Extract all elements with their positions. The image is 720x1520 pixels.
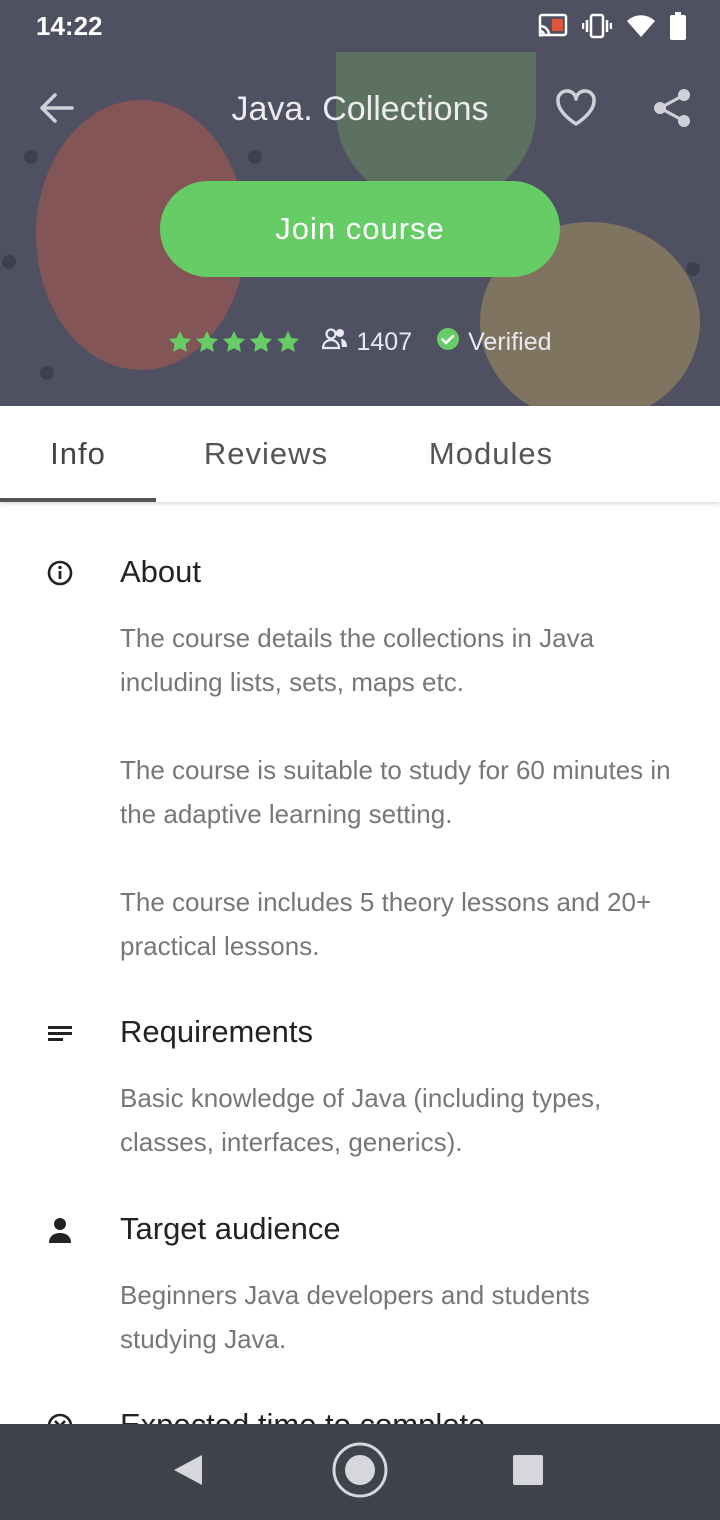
home-circle-icon xyxy=(331,1441,389,1504)
illustration-dot xyxy=(24,150,38,164)
person-icon xyxy=(44,1214,76,1246)
illustration-dot xyxy=(40,366,54,380)
tab-reviews[interactable]: Reviews xyxy=(176,406,356,502)
cast-icon xyxy=(538,13,568,39)
about-paragraph: The course is suitable to study for 60 m… xyxy=(120,755,671,829)
people-icon xyxy=(322,327,348,357)
join-course-button[interactable]: Join course xyxy=(160,181,560,277)
nav-home-button[interactable] xyxy=(331,1441,389,1504)
rating-stars xyxy=(168,330,300,354)
requirements-title: Requirements xyxy=(120,1014,313,1049)
battery-icon xyxy=(670,12,686,40)
about-paragraph: The course includes 5 theory lessons and… xyxy=(120,887,652,961)
audience-title: Target audience xyxy=(120,1211,341,1246)
status-time: 14:22 xyxy=(36,11,103,41)
toolbar: Java. Collections xyxy=(0,68,720,152)
share-icon xyxy=(652,87,692,134)
tab-indicator xyxy=(0,498,156,502)
course-header: 14:22 Java. Collections Join course 1407… xyxy=(0,0,720,406)
star-icon xyxy=(250,331,273,352)
share-button[interactable] xyxy=(644,82,700,138)
about-body: The course details the collections in Ja… xyxy=(120,616,680,968)
learners-count: 1407 xyxy=(322,328,412,357)
tab-modules[interactable]: Modules xyxy=(400,406,582,502)
verified-label: Verified xyxy=(468,327,552,356)
time-title: Expected time to complete xyxy=(120,1407,485,1424)
wifi-icon xyxy=(626,13,656,39)
verified-badge: Verified xyxy=(436,327,552,358)
vibrate-icon xyxy=(582,13,612,39)
course-meta: 1407 Verified xyxy=(0,322,720,362)
star-icon xyxy=(223,331,246,352)
triangle-back-icon xyxy=(172,1453,204,1492)
illustration-dot xyxy=(248,150,262,164)
nav-back-button[interactable] xyxy=(160,1450,216,1494)
course-title: Java. Collections xyxy=(231,90,489,128)
tab-info[interactable]: Info xyxy=(0,406,156,502)
info-icon xyxy=(44,557,76,589)
square-recents-icon xyxy=(512,1454,544,1491)
illustration-dot xyxy=(2,255,16,269)
about-title: About xyxy=(120,554,202,589)
favorite-button[interactable] xyxy=(548,82,604,138)
check-circle-icon xyxy=(436,327,460,358)
star-icon xyxy=(169,331,192,352)
back-arrow-icon xyxy=(38,92,74,129)
about-paragraph: The course details the collections in Ja… xyxy=(120,623,595,697)
star-icon xyxy=(196,331,219,352)
info-content[interactable]: About The course details the collections… xyxy=(0,502,720,1424)
illustration-dot xyxy=(686,262,700,276)
list-icon xyxy=(44,1017,76,1049)
audience-body: Beginners Java developers and students s… xyxy=(120,1280,590,1354)
heart-icon xyxy=(555,88,597,132)
learners-count-value: 1407 xyxy=(356,327,413,356)
nav-recents-button[interactable] xyxy=(500,1450,556,1494)
status-bar: 14:22 xyxy=(0,0,720,52)
tab-bar: Info Reviews Modules xyxy=(0,406,720,502)
back-button[interactable] xyxy=(28,82,84,138)
clock-icon xyxy=(44,1410,76,1424)
system-nav-bar xyxy=(0,1424,720,1520)
requirements-body: Basic knowledge of Java (including types… xyxy=(120,1083,602,1157)
star-icon xyxy=(277,331,300,352)
